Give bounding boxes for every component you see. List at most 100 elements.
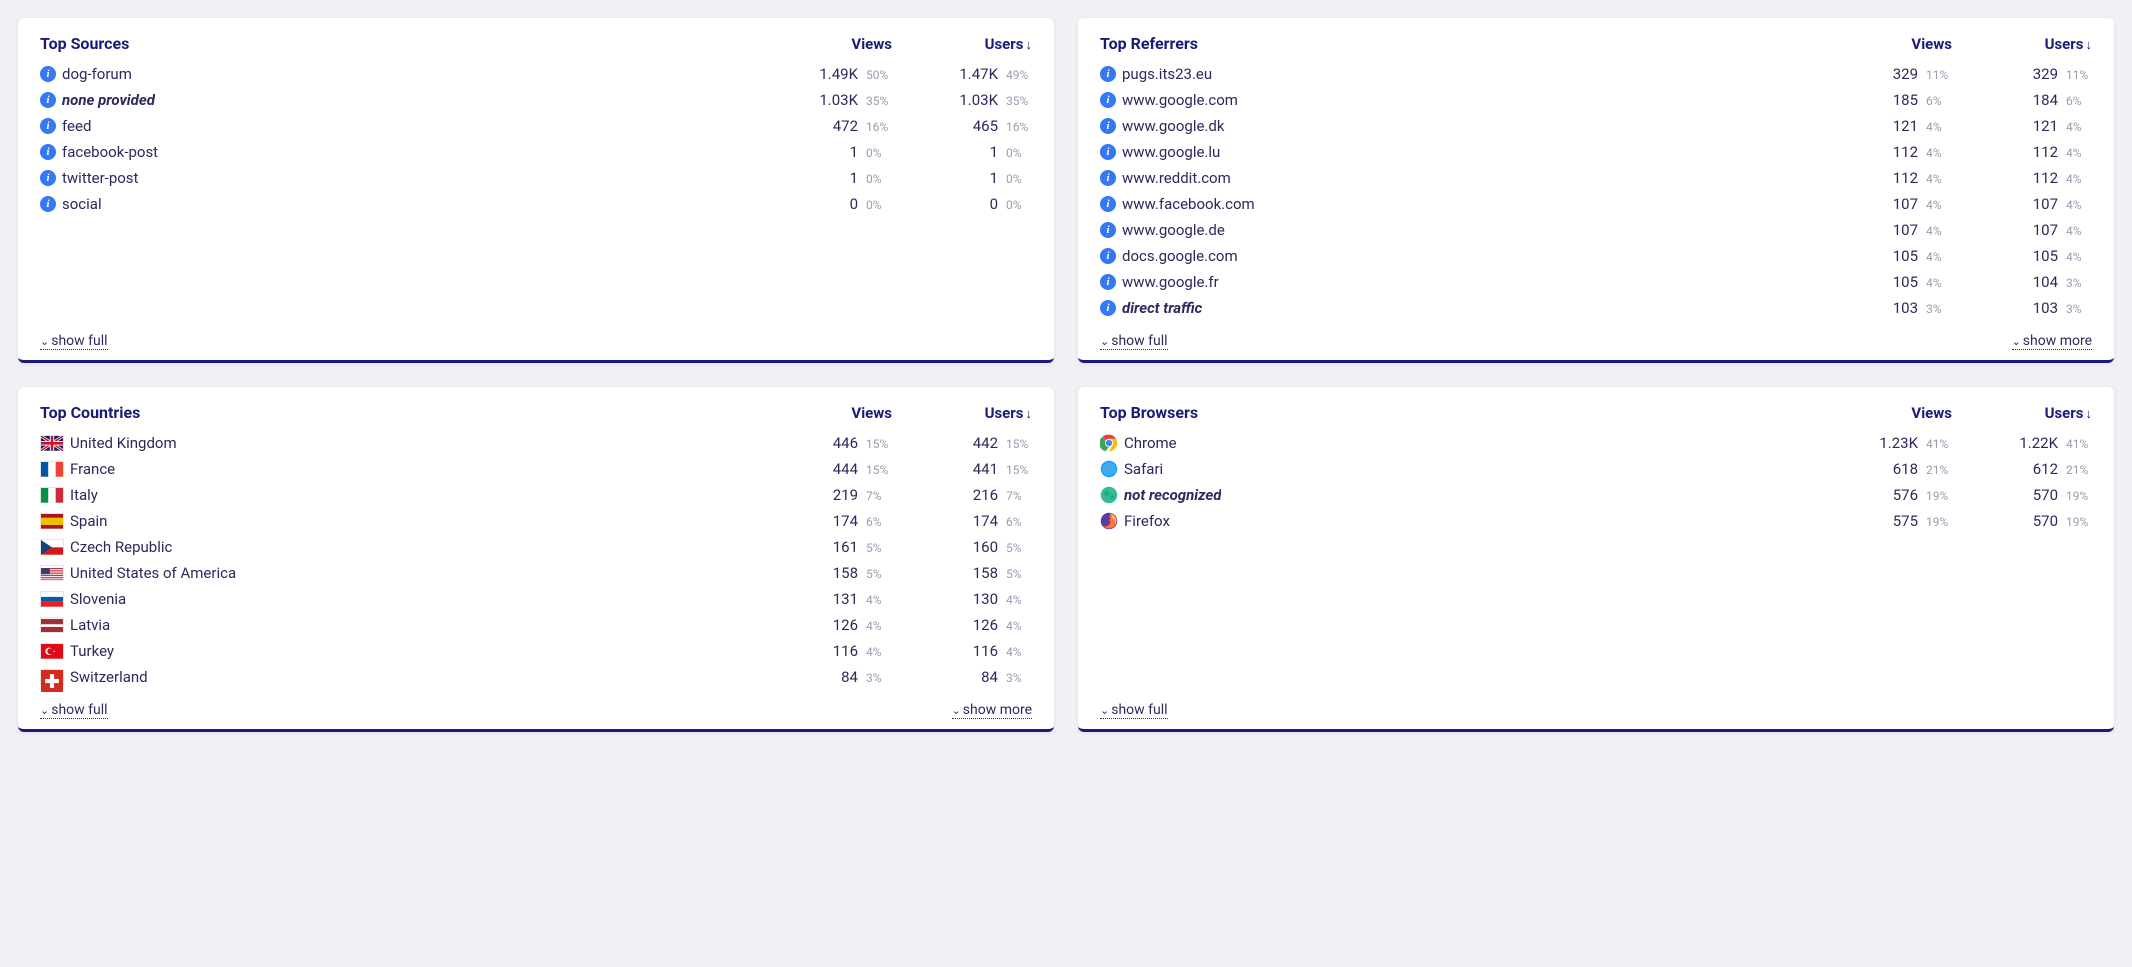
users-column-header[interactable]: Users↓ — [1952, 404, 2092, 422]
row-label: www.google.com — [1122, 91, 1238, 109]
flag-gb-icon — [40, 435, 64, 451]
row-label: Italy — [70, 486, 98, 504]
table-row[interactable]: i www.google.lu 112 4% 112 4% — [1100, 139, 2092, 165]
table-row[interactable]: i pugs.its23.eu 329 11% 329 11% — [1100, 61, 2092, 87]
views-value: 121 — [1893, 117, 1918, 135]
views-value: 126 — [833, 616, 858, 634]
flag-us-icon — [40, 565, 64, 581]
views-column-header[interactable]: Views — [752, 404, 892, 422]
users-value: 1.22K — [2019, 434, 2058, 452]
row-label: www.google.de — [1122, 221, 1225, 239]
table-row[interactable]: i twitter-post 1 0% 1 0% — [40, 165, 1032, 191]
table-row[interactable]: i feed 472 16% 465 16% — [40, 113, 1032, 139]
info-icon: i — [1100, 274, 1116, 290]
row-label: Czech Republic — [70, 538, 172, 556]
users-percent: 0% — [1006, 198, 1032, 212]
flag-fr-icon — [40, 461, 64, 477]
table-row[interactable]: Czech Republic 161 5% 160 5% — [40, 534, 1032, 560]
users-value: 160 — [973, 538, 998, 556]
users-value: 329 — [2033, 65, 2058, 83]
views-percent: 6% — [866, 515, 892, 529]
table-row[interactable]: not recognized 576 19% 570 19% — [1100, 482, 2092, 508]
views-column-header[interactable]: Views — [1812, 35, 1952, 53]
table-row[interactable]: i facebook-post 1 0% 1 0% — [40, 139, 1032, 165]
table-row[interactable]: Switzerland 84 3% 84 3% — [40, 664, 1032, 690]
users-percent: 5% — [1006, 567, 1032, 581]
users-percent: 4% — [2066, 146, 2092, 160]
table-row[interactable]: Italy 219 7% 216 7% — [40, 482, 1032, 508]
views-percent: 0% — [866, 198, 892, 212]
views-percent: 6% — [1926, 94, 1952, 108]
users-percent: 4% — [1006, 593, 1032, 607]
show-full-link[interactable]: ⌄show full — [1100, 702, 1168, 719]
views-percent: 4% — [1926, 250, 1952, 264]
table-row[interactable]: i www.facebook.com 107 4% 107 4% — [1100, 191, 2092, 217]
views-percent: 4% — [1926, 146, 1952, 160]
users-value: 112 — [2033, 169, 2058, 187]
table-row[interactable]: i www.reddit.com 112 4% 112 4% — [1100, 165, 2092, 191]
users-percent: 4% — [2066, 120, 2092, 134]
table-row[interactable]: United States of America 158 5% 158 5% — [40, 560, 1032, 586]
users-column-header[interactable]: Users↓ — [892, 404, 1032, 422]
info-icon: i — [40, 144, 56, 160]
table-row[interactable]: i none provided 1.03K 35% 1.03K 35% — [40, 87, 1032, 113]
users-value: 465 — [973, 117, 998, 135]
table-row[interactable]: Safari 618 21% 612 21% — [1100, 456, 2092, 482]
table-row[interactable]: Slovenia 131 4% 130 4% — [40, 586, 1032, 612]
views-value: 105 — [1893, 247, 1918, 265]
table-row[interactable]: i www.google.fr 105 4% 104 3% — [1100, 269, 2092, 295]
sort-descending-icon: ↓ — [1026, 407, 1033, 422]
table-row[interactable]: i www.google.dk 121 4% 121 4% — [1100, 113, 2092, 139]
users-value: 116 — [973, 642, 998, 660]
table-row[interactable]: i docs.google.com 105 4% 105 4% — [1100, 243, 2092, 269]
views-column-header[interactable]: Views — [752, 35, 892, 53]
views-value: 174 — [833, 512, 858, 530]
views-value: 84 — [841, 668, 858, 686]
row-label: twitter-post — [62, 169, 138, 187]
table-row[interactable]: United Kingdom 446 15% 442 15% — [40, 430, 1032, 456]
info-icon: i — [40, 118, 56, 134]
table-row[interactable]: France 444 15% 441 15% — [40, 456, 1032, 482]
table-row[interactable]: i direct traffic 103 3% 103 3% — [1100, 295, 2092, 321]
table-row[interactable]: Latvia 126 4% 126 4% — [40, 612, 1032, 638]
table-row[interactable]: i social 0 0% 0 0% — [40, 191, 1032, 217]
row-label: Firefox — [1124, 512, 1170, 530]
views-percent: 11% — [1926, 68, 1952, 82]
table-row[interactable]: i www.google.com 185 6% 184 6% — [1100, 87, 2092, 113]
users-column-header[interactable]: Users↓ — [892, 35, 1032, 53]
table-row[interactable]: Spain 174 6% 174 6% — [40, 508, 1032, 534]
table-row[interactable]: i www.google.de 107 4% 107 4% — [1100, 217, 2092, 243]
views-percent: 3% — [866, 671, 892, 685]
views-value: 446 — [833, 434, 858, 452]
info-icon: i — [1100, 144, 1116, 160]
show-full-link[interactable]: ⌄show full — [40, 702, 108, 719]
flag-tr-icon — [40, 643, 64, 659]
show-more-link[interactable]: ⌄show more — [952, 702, 1032, 719]
row-label: none provided — [62, 91, 155, 109]
views-value: 1.23K — [1879, 434, 1918, 452]
views-percent: 4% — [866, 619, 892, 633]
table-row[interactable]: Turkey 116 4% 116 4% — [40, 638, 1032, 664]
card-title: Top Countries — [40, 403, 752, 422]
table-row[interactable]: i dog-forum 1.49K 50% 1.47K 49% — [40, 61, 1032, 87]
views-value: 103 — [1893, 299, 1918, 317]
views-percent: 4% — [1926, 172, 1952, 186]
views-percent: 4% — [1926, 276, 1952, 290]
table-row[interactable]: Chrome 1.23K 41% 1.22K 41% — [1100, 430, 2092, 456]
table-row[interactable]: Firefox 575 19% 570 19% — [1100, 508, 2092, 534]
show-more-link[interactable]: ⌄show more — [2012, 333, 2092, 350]
views-percent: 4% — [1926, 198, 1952, 212]
views-column-header[interactable]: Views — [1812, 404, 1952, 422]
users-column-header[interactable]: Users↓ — [1952, 35, 2092, 53]
top-countries-card: Top Countries Views Users↓ United Kingdo… — [18, 387, 1054, 732]
show-full-link[interactable]: ⌄show full — [1100, 333, 1168, 350]
views-value: 112 — [1893, 169, 1918, 187]
users-value: 442 — [973, 434, 998, 452]
views-value: 131 — [833, 590, 858, 608]
row-label: feed — [62, 117, 91, 135]
info-icon: i — [40, 66, 56, 82]
views-value: 329 — [1893, 65, 1918, 83]
row-label: www.facebook.com — [1122, 195, 1255, 213]
row-label: United Kingdom — [70, 434, 177, 452]
show-full-link[interactable]: ⌄show full — [40, 333, 108, 350]
